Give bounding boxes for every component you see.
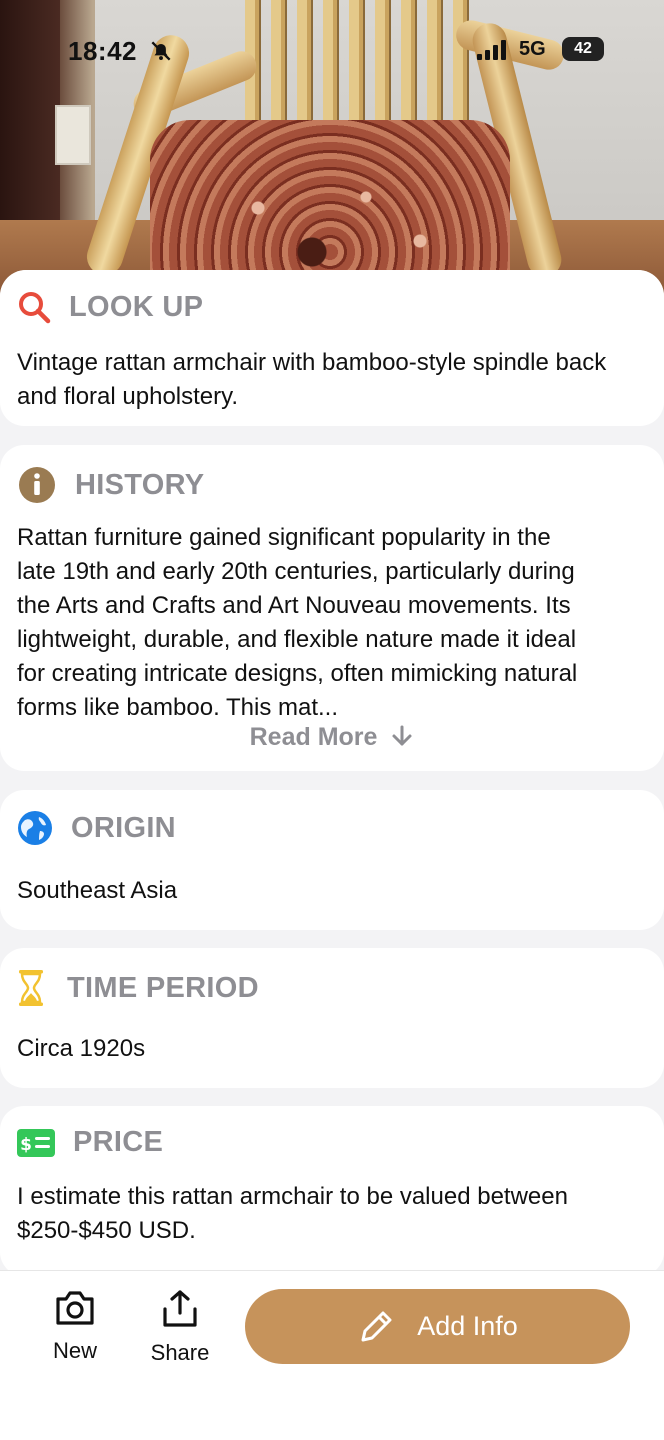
bottom-toolbar: New Share Add Info xyxy=(0,1270,664,1440)
price-text: I estimate this rattan armchair to be va… xyxy=(17,1183,568,1244)
network-type: 5G xyxy=(519,38,546,60)
status-time: 18:42 xyxy=(68,36,137,66)
globe-icon xyxy=(17,810,53,846)
money-icon: $ xyxy=(17,1128,55,1157)
lookup-text: Vintage rattan armchair with bamboo-styl… xyxy=(17,349,607,410)
origin-text: Southeast Asia xyxy=(17,877,178,904)
lookup-card: LOOK UP Vintage rattan armchair with bam… xyxy=(0,270,664,426)
history-line: for creating intricate designs, often mi… xyxy=(17,660,578,687)
magnifier-icon xyxy=(17,290,51,324)
add-info-label: Add Info xyxy=(417,1311,518,1341)
history-card: HISTORY Rattan furniture gained signific… xyxy=(0,445,664,771)
info-icon xyxy=(17,465,57,505)
history-line: forms like bamboo. This mat... xyxy=(17,694,338,721)
time-period-title: TIME PERIOD xyxy=(67,971,259,1004)
new-label: New xyxy=(52,1338,97,1363)
read-more-label: Read More xyxy=(249,723,378,751)
origin-card: ORIGIN Southeast Asia xyxy=(0,790,664,930)
add-info-button[interactable]: Add Info xyxy=(245,1289,630,1364)
time-period-card: TIME PERIOD Circa 1920s xyxy=(0,948,664,1088)
origin-title: ORIGIN xyxy=(71,811,176,844)
svg-text:$: $ xyxy=(20,1135,32,1155)
hourglass-icon xyxy=(17,968,45,1008)
new-button[interactable]: New xyxy=(35,1289,115,1364)
pencil-icon xyxy=(361,1311,392,1341)
battery-icon: 42 xyxy=(562,37,604,61)
history-line: late 19th and early 20th centuries, part… xyxy=(17,558,575,585)
price-card: $ PRICE I estimate this rattan armchair … xyxy=(0,1106,664,1270)
arrow-down-icon xyxy=(392,725,412,746)
history-text: Rattan furniture gained significant popu… xyxy=(17,521,647,725)
bell-slash-icon xyxy=(151,41,171,61)
history-line: lightweight, durable, and flexible natur… xyxy=(17,626,577,653)
price-title: PRICE xyxy=(73,1126,164,1158)
status-bar: 18:42 5G 42 xyxy=(0,0,664,100)
lookup-title: LOOK UP xyxy=(69,290,204,323)
battery-level: 42 xyxy=(574,40,592,57)
share-icon xyxy=(163,1290,197,1327)
signal-icon xyxy=(477,40,506,60)
history-line: Rattan furniture gained significant popu… xyxy=(17,524,551,551)
history-line: the Arts and Crafts and Art Nouveau move… xyxy=(17,592,571,619)
camera-icon xyxy=(56,1291,94,1325)
share-button[interactable]: Share xyxy=(140,1289,220,1366)
details-sheet[interactable]: LOOK UP Vintage rattan armchair with bam… xyxy=(0,270,664,1270)
share-label: Share xyxy=(150,1340,210,1365)
history-title: HISTORY xyxy=(75,468,205,501)
read-more-button[interactable]: Read More xyxy=(0,723,664,752)
time-period-text: Circa 1920s xyxy=(17,1035,146,1062)
